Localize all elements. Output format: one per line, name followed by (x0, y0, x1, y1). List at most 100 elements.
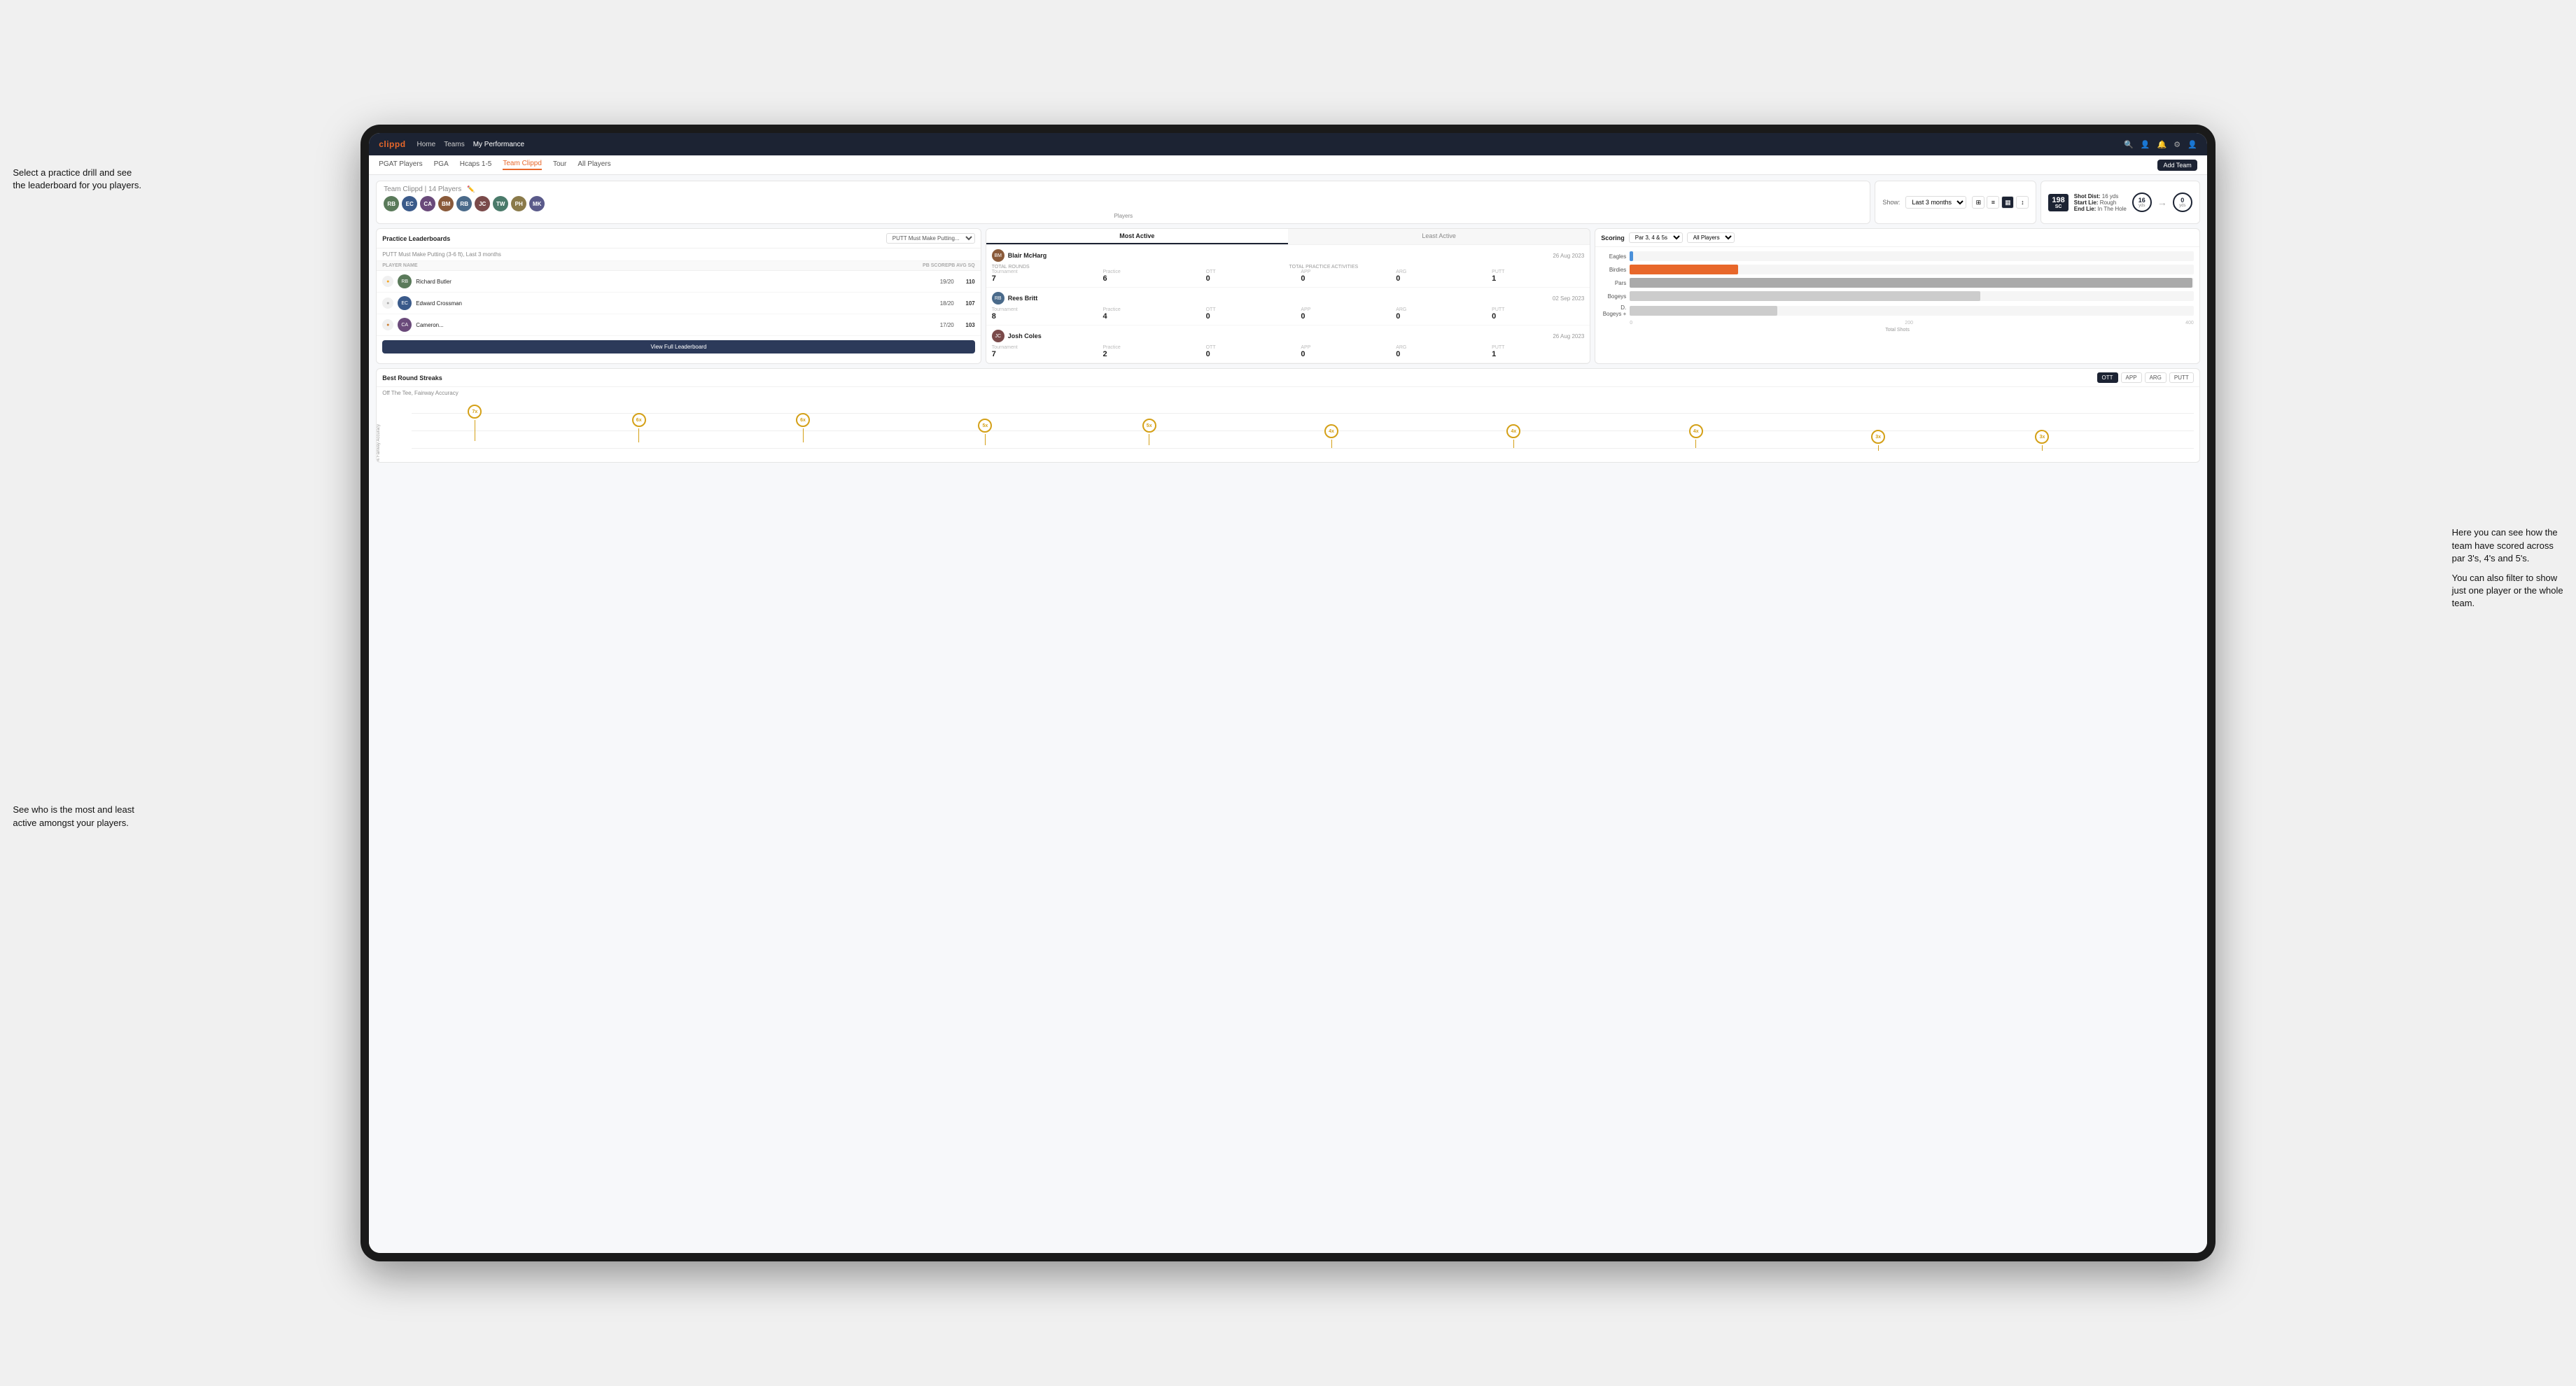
sort-icon[interactable]: ↕ (2016, 196, 2029, 209)
streaks-tab-app[interactable]: APP (2121, 372, 2142, 383)
lb-col-avg: PB AVG SQ (948, 263, 975, 268)
logo: clippd (379, 139, 405, 149)
avatar-3: CA (420, 196, 435, 211)
subnav-hcaps[interactable]: Hcaps 1-5 (460, 160, 492, 169)
streaks-card: Best Round Streaks OTT APP ARG PUTT Off … (376, 368, 2200, 463)
lb-row-1: ● RB Richard Butler 19/20 110 (377, 271, 981, 293)
pa-header-1: BM Blair McHarg 26 Aug 2023 (992, 249, 1585, 262)
y-axis-label: % Fairway Accuracy (377, 399, 382, 462)
lb-title: Practice Leaderboards (382, 235, 450, 242)
streak-dot-4: 5x (978, 419, 992, 445)
user-avatar-icon[interactable]: 👤 (2188, 140, 2197, 149)
par-filter[interactable]: Par 3, 4 & 5s (1629, 232, 1683, 243)
streak-circle-9: 3x (1871, 430, 1885, 444)
list-view-icon[interactable]: ≡ (1987, 196, 1999, 209)
grid-view-icon[interactable]: ⊞ (1972, 196, 1984, 209)
bar-container-birdies: 96 (1630, 265, 2194, 274)
activity-item-2: RB Rees Britt 02 Sep 2023 Tournament 8 (986, 288, 1590, 326)
lb-name-3: Cameron... (416, 322, 929, 328)
subnav-team-clippd[interactable]: Team Clippd (503, 160, 542, 170)
streak-circle-10: 3x (2035, 430, 2049, 444)
bar-chart: Eagles 3 Birdies (1595, 247, 2199, 337)
lb-col-score: PB SCORE (923, 263, 948, 268)
streaks-header: Best Round Streaks OTT APP ARG PUTT (377, 369, 2199, 387)
pa-tournament-3: 7 (992, 350, 1098, 358)
shot-badge: 198 SC (2048, 194, 2068, 211)
nav-teams[interactable]: Teams (444, 141, 464, 148)
lb-avatar-1: RB (398, 274, 412, 288)
activity-tabs: Most Active Least Active (986, 229, 1590, 245)
subnav-pga[interactable]: PGA (434, 160, 449, 169)
lb-subtitle: PUTT Must Make Putting (3-6 ft), Last 3 … (377, 248, 981, 261)
activity-card: Most Active Least Active BM Blair McHarg… (986, 228, 1591, 364)
lb-row-3: ● CA Cameron... 17/20 103 (377, 314, 981, 336)
dist-circle-1: 16 yds (2132, 192, 2152, 212)
search-icon[interactable]: 🔍 (2124, 140, 2134, 149)
scoring-title: Scoring (1601, 234, 1625, 241)
grid-line-2 (412, 430, 2194, 431)
team-players-row: RB EC CA BM RB JC TW PH MK (384, 196, 1863, 211)
pa-name-2: Rees Britt (1008, 295, 1549, 302)
streak-circle-2: 6x (632, 413, 646, 427)
lb-table-header: PLAYER NAME PB SCORE PB AVG SQ (377, 261, 981, 271)
pa-avatar-2: RB (992, 292, 1004, 304)
tablet-frame: clippd Home Teams My Performance 🔍 👤 🔔 ⚙… (360, 125, 2216, 1261)
streaks-tab-arg[interactable]: ARG (2145, 372, 2166, 383)
streak-circle-8: 4x (1689, 424, 1703, 438)
settings-icon[interactable]: ⚙ (2174, 140, 2180, 149)
pa-stat-label-total-rounds-1: Total Rounds (992, 265, 1089, 270)
lb-avg-1: 110 (958, 279, 975, 285)
most-active-tab[interactable]: Most Active (986, 229, 1288, 244)
bar-label-bogeys: Bogeys (1601, 293, 1626, 300)
bell-icon[interactable]: 🔔 (2157, 140, 2167, 149)
streak-dot-3: 6x (796, 413, 810, 442)
edit-team-icon[interactable]: ✏️ (467, 186, 475, 193)
player-filter[interactable]: All Players (1687, 232, 1735, 243)
bar-fill-bogeys (1630, 291, 1980, 301)
streak-line-3 (803, 428, 804, 442)
nav-right: 🔍 👤 🔔 ⚙ 👤 (2124, 140, 2197, 149)
pa-tournament-1: 7 (992, 274, 1098, 283)
avatar-9: MK (529, 196, 545, 211)
least-active-tab[interactable]: Least Active (1288, 229, 1590, 244)
streak-dot-10: 3x (2035, 430, 2049, 451)
add-team-button[interactable]: Add Team (2157, 160, 2197, 171)
total-shots-label: Total Shots (1601, 328, 2194, 332)
subnav-all-players[interactable]: All Players (578, 160, 610, 169)
streaks-tab-putt[interactable]: PUTT (2169, 372, 2194, 383)
streak-line-4 (985, 434, 986, 445)
axis-200: 200 (1905, 321, 1913, 326)
show-select[interactable]: Last 3 months Last 6 months (1905, 196, 1966, 209)
bar-row-birdies: Birdies 96 (1601, 265, 2194, 274)
streak-dot-9: 3x (1871, 430, 1885, 451)
pa-header-3: JC Josh Coles 26 Aug 2023 (992, 330, 1585, 342)
nav-my-performance[interactable]: My Performance (473, 141, 524, 148)
grid-line-1 (412, 413, 2194, 414)
pa-date-3: 26 Aug 2023 (1553, 333, 1584, 340)
page-wrapper: Select a practice drill and see the lead… (0, 0, 2576, 1386)
bar-row-bogeys: Bogeys 311 (1601, 291, 2194, 301)
streak-circle-6: 4x (1324, 424, 1338, 438)
view-full-leaderboard-button[interactable]: View Full Leaderboard (382, 340, 975, 354)
axis-400: 400 (2185, 321, 2194, 326)
tablet-screen: clippd Home Teams My Performance 🔍 👤 🔔 ⚙… (369, 133, 2207, 1253)
subnav-pgat[interactable]: PGAT Players (379, 160, 422, 169)
lb-score-3: 17/20 (933, 322, 954, 328)
pa-header-2: RB Rees Britt 02 Sep 2023 (992, 292, 1585, 304)
streak-line-7 (1513, 440, 1514, 448)
bar-fill-eagles (1630, 251, 1633, 261)
streak-circle-7: 4x (1506, 424, 1520, 438)
nav-home[interactable]: Home (417, 141, 436, 148)
streaks-tab-ott[interactable]: OTT (2097, 372, 2118, 383)
streak-line-2 (638, 428, 639, 442)
drill-select[interactable]: PUTT Must Make Putting... (886, 233, 975, 244)
profile-icon[interactable]: 👤 (2141, 140, 2150, 149)
annotation-top-left: Select a practice drill and see the lead… (13, 167, 141, 192)
avatar-4: BM (438, 196, 454, 211)
pa-ott-2: 0 (1206, 312, 1296, 321)
streak-dot-8: 4x (1689, 424, 1703, 448)
pa-ott-1: 0 (1206, 274, 1296, 283)
card-view-icon[interactable]: ▦ (2001, 196, 2014, 209)
shot-distances: 16 yds → 0 yds (2132, 192, 2192, 212)
subnav-tour[interactable]: Tour (553, 160, 566, 169)
